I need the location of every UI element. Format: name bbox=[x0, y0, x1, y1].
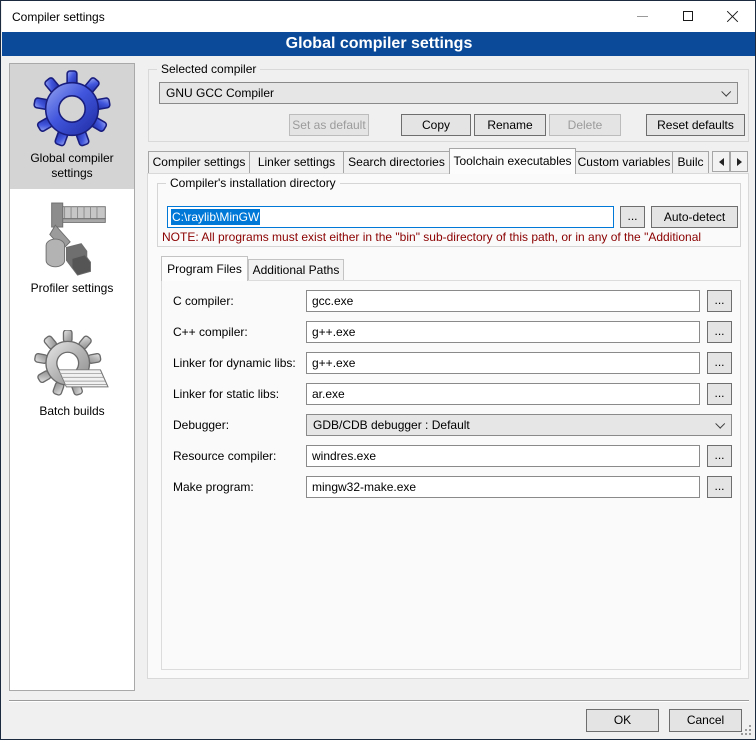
tab-toolchain-executables[interactable]: Toolchain executables bbox=[449, 148, 576, 174]
static-linker-label: Linker for static libs: bbox=[173, 383, 303, 405]
tab-compiler-settings[interactable]: Compiler settings bbox=[148, 151, 250, 173]
sidebar-item-label: Global compiler settings bbox=[10, 149, 134, 189]
static-linker-input[interactable] bbox=[306, 383, 700, 405]
footer-divider bbox=[9, 700, 749, 702]
close-icon bbox=[726, 10, 739, 23]
cpp-compiler-label: C++ compiler: bbox=[173, 321, 303, 343]
caliper-icon bbox=[10, 201, 134, 279]
tab-custom-variables[interactable]: Custom variables bbox=[575, 151, 673, 173]
copy-button[interactable]: Copy bbox=[401, 114, 471, 136]
dynamic-linker-browse-button[interactable]: ... bbox=[707, 352, 732, 374]
cancel-button[interactable]: Cancel bbox=[669, 709, 742, 732]
subtab-additional-paths[interactable]: Additional Paths bbox=[248, 259, 344, 281]
reset-defaults-button[interactable]: Reset defaults bbox=[646, 114, 745, 136]
sidebar-item-label: Batch builds bbox=[10, 402, 134, 427]
c-compiler-browse-button[interactable]: ... bbox=[707, 290, 732, 312]
set-as-default-button[interactable]: Set as default bbox=[289, 114, 369, 136]
static-linker-browse-button[interactable]: ... bbox=[707, 383, 732, 405]
subtab-program-files[interactable]: Program Files bbox=[161, 256, 248, 281]
tab-build-options-truncated[interactable]: Builc bbox=[672, 151, 709, 173]
make-program-browse-button[interactable]: ... bbox=[707, 476, 732, 498]
gray-gear-stack-icon bbox=[10, 330, 134, 402]
dynamic-linker-label: Linker for dynamic libs: bbox=[173, 352, 303, 374]
browse-directory-button[interactable]: ... bbox=[620, 206, 645, 228]
selected-compiler-dropdown[interactable]: GNU GCC Compiler bbox=[159, 82, 738, 104]
tab-scroll-right-button[interactable] bbox=[730, 151, 748, 172]
settings-sidebar: Global compiler settings bbox=[9, 63, 135, 691]
tab-scroll-left-button[interactable] bbox=[712, 151, 730, 172]
tab-search-directories[interactable]: Search directories bbox=[343, 151, 450, 173]
resize-grip-icon[interactable] bbox=[741, 725, 751, 735]
make-program-input[interactable] bbox=[306, 476, 700, 498]
maximize-button[interactable] bbox=[665, 1, 710, 31]
page-title: Global compiler settings bbox=[2, 32, 756, 56]
titlebar: Compiler settings bbox=[2, 1, 756, 32]
dynamic-linker-input[interactable] bbox=[306, 352, 700, 374]
cpp-compiler-browse-button[interactable]: ... bbox=[707, 321, 732, 343]
rename-button[interactable]: Rename bbox=[474, 114, 546, 136]
debugger-value: GDB/CDB debugger : Default bbox=[313, 418, 470, 432]
minimize-icon bbox=[637, 16, 648, 17]
selected-path-text: C:\raylib\MinGW bbox=[171, 209, 260, 225]
bin-subdirectory-note: NOTE: All programs must exist either in … bbox=[162, 230, 740, 245]
installation-directory-input[interactable]: C:\raylib\MinGW bbox=[167, 206, 614, 228]
debugger-label: Debugger: bbox=[173, 414, 303, 436]
cpp-compiler-input[interactable] bbox=[306, 321, 700, 343]
c-compiler-input[interactable] bbox=[306, 290, 700, 312]
resource-compiler-browse-button[interactable]: ... bbox=[707, 445, 732, 467]
group-title: Selected compiler bbox=[157, 62, 260, 76]
sidebar-item-batch-builds[interactable]: Batch builds bbox=[10, 304, 134, 427]
resource-compiler-input[interactable] bbox=[306, 445, 700, 467]
arrow-left-icon bbox=[719, 158, 724, 166]
close-button[interactable] bbox=[710, 1, 755, 31]
maximize-icon bbox=[683, 11, 693, 21]
window-title: Compiler settings bbox=[12, 10, 105, 24]
ok-button[interactable]: OK bbox=[586, 709, 659, 732]
sidebar-item-profiler-settings[interactable]: Profiler settings bbox=[10, 189, 134, 304]
sidebar-item-global-compiler-settings[interactable]: Global compiler settings bbox=[10, 64, 134, 189]
delete-button[interactable]: Delete bbox=[549, 114, 621, 136]
selected-compiler-value: GNU GCC Compiler bbox=[166, 86, 274, 100]
sidebar-item-label: Profiler settings bbox=[10, 279, 134, 304]
arrow-right-icon bbox=[737, 158, 742, 166]
blue-gear-icon bbox=[10, 69, 134, 149]
chevron-down-icon bbox=[715, 419, 725, 429]
chevron-down-icon bbox=[721, 87, 731, 97]
main-tabstrip: Compiler settings Linker settings Search… bbox=[148, 148, 708, 173]
resource-compiler-label: Resource compiler: bbox=[173, 445, 303, 467]
debugger-dropdown[interactable]: GDB/CDB debugger : Default bbox=[306, 414, 732, 436]
minimize-button[interactable] bbox=[620, 1, 665, 31]
group-title: Compiler's installation directory bbox=[166, 176, 340, 190]
c-compiler-label: C compiler: bbox=[173, 290, 303, 312]
auto-detect-button[interactable]: Auto-detect bbox=[651, 206, 738, 228]
make-program-label: Make program: bbox=[173, 476, 303, 498]
tab-linker-settings[interactable]: Linker settings bbox=[249, 151, 344, 173]
compiler-settings-dialog: Compiler settings Global compiler settin… bbox=[0, 0, 756, 740]
